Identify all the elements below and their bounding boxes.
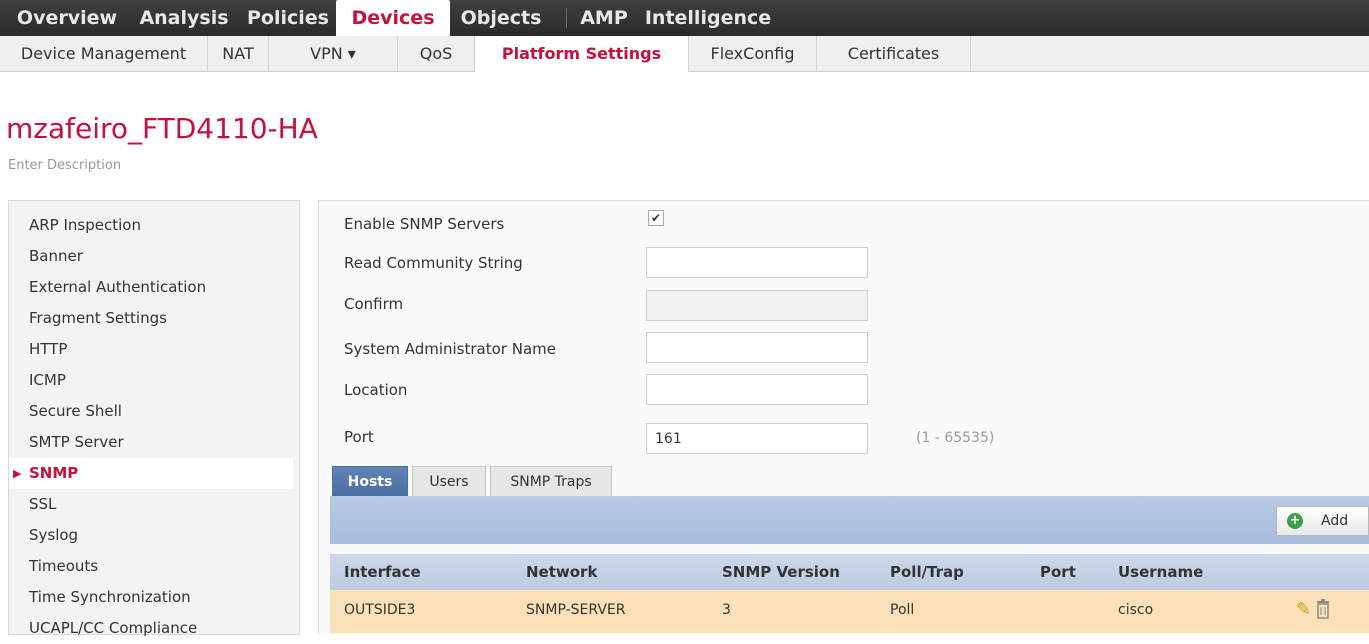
sidebar-item-arp-inspection[interactable]: ARP Inspection xyxy=(9,210,293,241)
hosts-table-toolbar xyxy=(330,496,1369,544)
pencil-icon[interactable]: ✎ xyxy=(1296,600,1311,620)
page-description[interactable]: Enter Description xyxy=(8,158,121,173)
confirm-label: Confirm xyxy=(344,295,404,313)
enable-snmp-label: Enable SNMP Servers xyxy=(344,215,505,233)
sub-navigation: Device Management NAT VPN ▾ QoS Platform… xyxy=(0,36,1369,92)
sidebar-item-label: SSL xyxy=(29,495,57,513)
cell-interface: OUTSIDE3 xyxy=(344,602,416,618)
subnav-bar: Device Management NAT VPN ▾ QoS Platform… xyxy=(0,36,1369,72)
sidebar-item-label: Timeouts xyxy=(29,557,99,575)
sidebar-item-label: ARP Inspection xyxy=(29,216,141,234)
subnav-flexconfig[interactable]: FlexConfig xyxy=(689,36,817,71)
topnav-analysis[interactable]: Analysis xyxy=(132,0,236,36)
active-arrow-icon: ▶ xyxy=(13,467,22,480)
sidebar-item-snmp[interactable]: ▶ SNMP xyxy=(9,458,293,489)
subnav-nat[interactable]: NAT xyxy=(208,36,269,71)
sidebar-item-label: Syslog xyxy=(29,526,79,544)
sidebar-item-smtp-server[interactable]: SMTP Server xyxy=(9,427,293,458)
column-header-interface[interactable]: Interface xyxy=(344,554,421,590)
topnav-amp[interactable]: AMP xyxy=(574,0,634,36)
sidebar-item-fragment-settings[interactable]: Fragment Settings xyxy=(9,303,293,334)
column-header-username[interactable]: Username xyxy=(1118,554,1203,590)
sidebar-item-label: SNMP xyxy=(29,464,79,482)
subnav-platform-settings[interactable]: Platform Settings xyxy=(475,36,689,72)
port-input[interactable] xyxy=(646,423,868,454)
sidebar-item-timeouts[interactable]: Timeouts xyxy=(9,551,293,582)
sidebar-item-label: External Authentication xyxy=(29,278,207,296)
topnav-policies[interactable]: Policies xyxy=(242,0,334,36)
read-community-label: Read Community String xyxy=(344,254,523,272)
port-range-hint: (1 - 65535) xyxy=(916,430,995,446)
sidebar-item-label: Time Synchronization xyxy=(29,588,191,606)
column-header-network[interactable]: Network xyxy=(526,554,597,590)
admin-name-label: System Administrator Name xyxy=(344,340,556,358)
add-host-button[interactable]: + Add xyxy=(1276,506,1369,536)
settings-sidebar: ARP Inspection Banner External Authentic… xyxy=(8,200,300,637)
sidebar-item-icmp[interactable]: ICMP xyxy=(9,365,293,396)
subnav-device-management[interactable]: Device Management xyxy=(0,36,208,71)
location-input[interactable] xyxy=(646,374,868,405)
subnav-vpn[interactable]: VPN ▾ xyxy=(269,36,398,71)
admin-name-input[interactable] xyxy=(646,332,868,363)
column-header-port[interactable]: Port xyxy=(1040,554,1076,590)
column-header-snmp-version[interactable]: SNMP Version xyxy=(722,554,840,590)
sidebar-item-label: Banner xyxy=(29,247,83,265)
topnav-overview[interactable]: Overview xyxy=(12,0,122,36)
sidebar-item-ssl[interactable]: SSL xyxy=(9,489,293,520)
table-row[interactable] xyxy=(330,590,1369,633)
topnav-intelligence[interactable]: Intelligence xyxy=(640,0,776,36)
tab-hosts[interactable]: Hosts xyxy=(332,466,408,496)
add-icon: + xyxy=(1287,513,1303,529)
subnav-qos[interactable]: QoS xyxy=(398,36,475,71)
trash-icon[interactable] xyxy=(1316,599,1330,624)
sidebar-item-label: Secure Shell xyxy=(29,402,122,420)
read-community-input[interactable] xyxy=(646,247,868,278)
page-title: mzafeiro_FTD4110-HA xyxy=(6,112,318,145)
cell-poll-trap: Poll xyxy=(890,602,915,618)
cell-network: SNMP-SERVER xyxy=(526,602,626,618)
cell-snmp-version: 3 xyxy=(722,602,731,618)
sidebar-item-label: SMTP Server xyxy=(29,433,124,451)
sidebar-item-external-authentication[interactable]: External Authentication xyxy=(9,272,293,303)
hosts-table-header xyxy=(330,554,1369,590)
sidebar-item-banner[interactable]: Banner xyxy=(9,241,293,272)
sidebar-item-http[interactable]: HTTP xyxy=(9,334,293,365)
top-navigation: Overview Analysis Policies Devices Objec… xyxy=(0,0,1369,38)
sidebar-item-label: HTTP xyxy=(29,340,68,358)
sidebar-item-ucapl-cc-compliance[interactable]: UCAPL/CC Compliance xyxy=(9,613,293,644)
column-header-poll-trap[interactable]: Poll/Trap xyxy=(890,554,964,590)
sidebar-item-secure-shell[interactable]: Secure Shell xyxy=(9,396,293,427)
topnav-objects[interactable]: Objects xyxy=(452,0,550,36)
sidebar-item-time-synchronization[interactable]: Time Synchronization xyxy=(9,582,293,613)
confirm-input[interactable] xyxy=(646,290,868,321)
sidebar-item-label: UCAPL/CC Compliance xyxy=(29,619,198,637)
sidebar-item-label: ICMP xyxy=(29,371,66,389)
sidebar-item-label: Fragment Settings xyxy=(29,309,167,327)
topnav-devices[interactable]: Devices xyxy=(336,0,450,38)
port-label: Port xyxy=(344,428,374,446)
tab-snmp-traps[interactable]: SNMP Traps xyxy=(490,466,612,496)
subnav-certificates[interactable]: Certificates xyxy=(817,36,971,71)
enable-snmp-checkbox[interactable]: ✔ xyxy=(648,210,664,226)
sidebar-item-syslog[interactable]: Syslog xyxy=(9,520,293,551)
topnav-separator xyxy=(566,8,567,28)
tab-users[interactable]: Users xyxy=(412,466,486,496)
cell-username: cisco xyxy=(1118,602,1154,618)
location-label: Location xyxy=(344,381,408,399)
add-button-label: Add xyxy=(1321,513,1349,529)
